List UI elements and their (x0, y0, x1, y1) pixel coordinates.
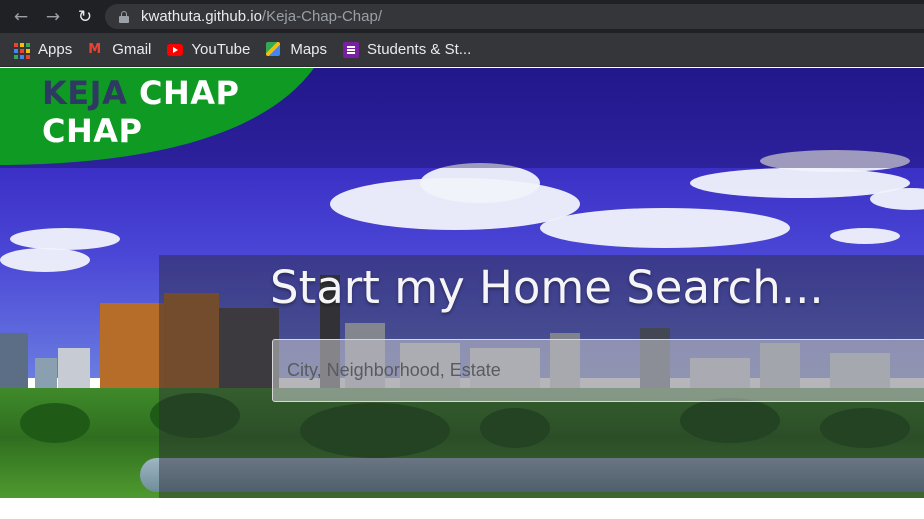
search-panel: Start my Home Search... (159, 255, 924, 498)
bookmark-label: Apps (38, 41, 73, 58)
youtube-icon (167, 42, 184, 58)
bookmark-label: Gmail (112, 41, 152, 58)
search-input[interactable] (272, 339, 924, 402)
bookmark-youtube[interactable]: YouTube (167, 41, 250, 58)
bookmarks-bar: Apps M Gmail YouTube Maps Students & St.… (0, 33, 924, 67)
site-logo[interactable]: KEJA CHAP CHAP (42, 74, 239, 150)
url-host: kwathuta.github.io (141, 8, 262, 25)
logo-word-chap: CHAP (138, 74, 240, 112)
browser-toolbar: ← → ↻ kwathuta.github.io/Keja-Chap-Chap/ (0, 0, 924, 33)
apps-grid-icon (14, 42, 30, 59)
forward-arrow-icon[interactable]: → (40, 4, 66, 30)
web-page: KEJA CHAP CHAP Start my Home Search... (0, 68, 924, 498)
bookmark-label: Maps (290, 41, 328, 58)
url-path: /Keja-Chap-Chap/ (261, 8, 382, 25)
bookmark-students[interactable]: Students & St... (343, 41, 471, 58)
logo-word-chap-2: CHAP (42, 112, 143, 150)
page-bottom-strip (0, 498, 924, 519)
logo-word-keja: KEJA (42, 74, 128, 112)
bookmark-gmail[interactable]: M Gmail (88, 41, 151, 58)
lock-icon[interactable] (119, 11, 129, 23)
classroom-icon (343, 41, 360, 58)
bookmark-maps[interactable]: Maps (266, 41, 327, 58)
bookmark-label: YouTube (191, 41, 251, 58)
bookmark-apps[interactable]: Apps (14, 41, 73, 59)
url-text[interactable]: kwathuta.github.io/Keja-Chap-Chap/ (141, 8, 382, 25)
back-arrow-icon[interactable]: ← (8, 4, 34, 30)
maps-icon (266, 41, 282, 58)
reload-icon[interactable]: ↻ (72, 4, 98, 30)
search-heading: Start my Home Search... (270, 261, 824, 314)
gmail-icon: M (88, 41, 102, 57)
address-bar[interactable]: kwathuta.github.io/Keja-Chap-Chap/ (105, 4, 924, 29)
bookmark-label: Students & St... (367, 41, 472, 58)
